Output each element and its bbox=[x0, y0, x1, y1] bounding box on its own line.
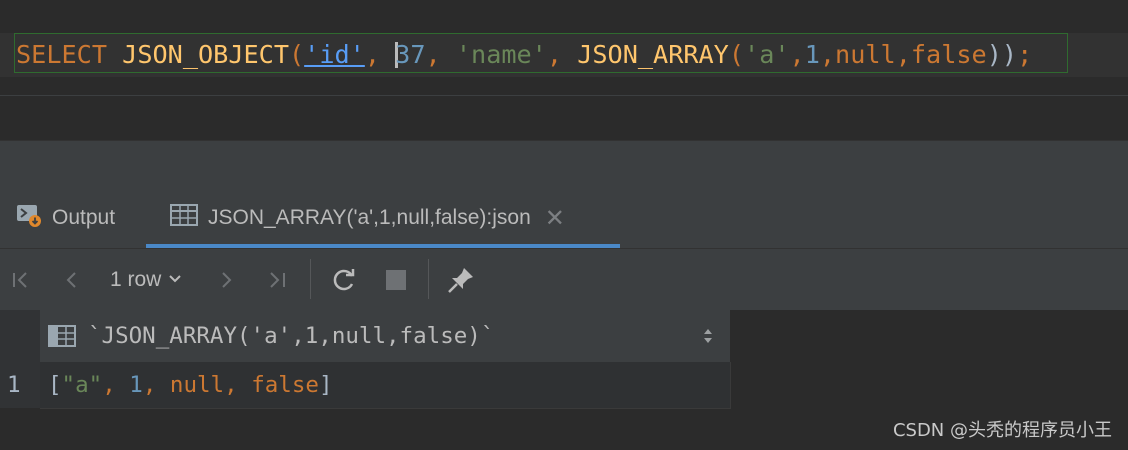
sql-token: 'name' bbox=[455, 40, 547, 69]
row-number: 1 bbox=[7, 372, 21, 398]
table-cell[interactable]: ["a", 1, null, false] bbox=[48, 362, 332, 408]
cell-token: [ bbox=[48, 372, 62, 398]
column-header[interactable]: `JSON_ARRAY('a',1,null,false)` bbox=[40, 310, 730, 363]
toolbar-separator bbox=[428, 259, 429, 299]
tab-output-label: Output bbox=[52, 206, 116, 229]
row-count-selector[interactable]: 1 row bbox=[110, 249, 183, 311]
sort-icon[interactable] bbox=[702, 326, 714, 348]
cell-token: , bbox=[224, 372, 252, 398]
sql-token: null bbox=[835, 40, 896, 69]
sql-token: 'a' bbox=[744, 40, 790, 69]
sql-token: )) bbox=[986, 40, 1018, 69]
previous-page-icon[interactable] bbox=[60, 249, 84, 311]
watermark: CSDN @头秃的程序员小王 bbox=[892, 420, 1112, 441]
sql-token: JSON_OBJECT bbox=[122, 40, 289, 69]
sql-statement-line[interactable]: SELECT JSON_OBJECT('id', 37, 'name', JSO… bbox=[16, 37, 1032, 73]
sql-editor[interactable]: SELECT JSON_OBJECT('id', 37, 'name', JSO… bbox=[0, 0, 1128, 96]
sql-token: ( bbox=[288, 40, 305, 69]
table-grid-icon bbox=[170, 203, 198, 233]
cell-token: null bbox=[169, 372, 225, 398]
sql-token: SELECT bbox=[16, 40, 107, 69]
tab-result-label: JSON_ARRAY('a',1,null,false):json bbox=[208, 206, 531, 229]
cell-token: ] bbox=[318, 372, 333, 398]
sql-token: , bbox=[819, 40, 836, 69]
cell-token: 1 bbox=[129, 372, 143, 398]
sql-token: , bbox=[425, 40, 456, 69]
sql-token: JSON_ARRAY bbox=[577, 40, 729, 69]
sql-token: 'id' bbox=[304, 40, 365, 69]
results-tab-bar: Output JSON_ARRAY('a',1,null,false):json… bbox=[0, 188, 1128, 248]
tab-query-result[interactable]: JSON_ARRAY('a',1,null,false):json ✕ bbox=[170, 188, 565, 248]
editor-empty-area[interactable] bbox=[0, 96, 1128, 140]
column-type-icon bbox=[48, 324, 76, 353]
cell-token: "a" bbox=[61, 372, 103, 398]
sql-token: ; bbox=[1017, 40, 1033, 69]
sql-token: 37 bbox=[395, 40, 426, 69]
sql-token: , bbox=[789, 40, 805, 69]
results-toolbar: 1 row bbox=[0, 248, 1128, 311]
stop-icon[interactable] bbox=[384, 249, 408, 311]
sql-token: , bbox=[895, 40, 911, 69]
sql-token: 1 bbox=[804, 40, 820, 69]
chevron-down-icon bbox=[167, 266, 183, 294]
close-icon[interactable]: ✕ bbox=[545, 204, 565, 233]
column-title: `JSON_ARRAY('a',1,null,false)` bbox=[88, 323, 495, 349]
last-page-icon[interactable] bbox=[264, 249, 288, 311]
sql-token: false bbox=[910, 40, 987, 69]
pin-icon[interactable] bbox=[446, 249, 476, 311]
grid-corner[interactable] bbox=[0, 310, 40, 362]
table-row[interactable]: ["a", 1, null, false] bbox=[40, 362, 731, 409]
next-page-icon[interactable] bbox=[214, 249, 238, 311]
first-page-icon[interactable] bbox=[10, 249, 34, 311]
sql-token: , bbox=[364, 40, 396, 69]
cell-token: , bbox=[102, 372, 130, 398]
panel-splitter[interactable] bbox=[0, 140, 1128, 189]
toolbar-separator bbox=[310, 259, 311, 299]
cell-token: , bbox=[142, 372, 170, 398]
console-output-icon bbox=[16, 202, 42, 234]
sql-token: ( bbox=[728, 40, 745, 69]
sql-token: , bbox=[546, 40, 578, 69]
cell-token: false bbox=[251, 372, 319, 398]
row-count-label: 1 row bbox=[110, 268, 162, 291]
tab-output[interactable]: Output bbox=[16, 188, 115, 248]
refresh-icon[interactable] bbox=[330, 249, 358, 311]
